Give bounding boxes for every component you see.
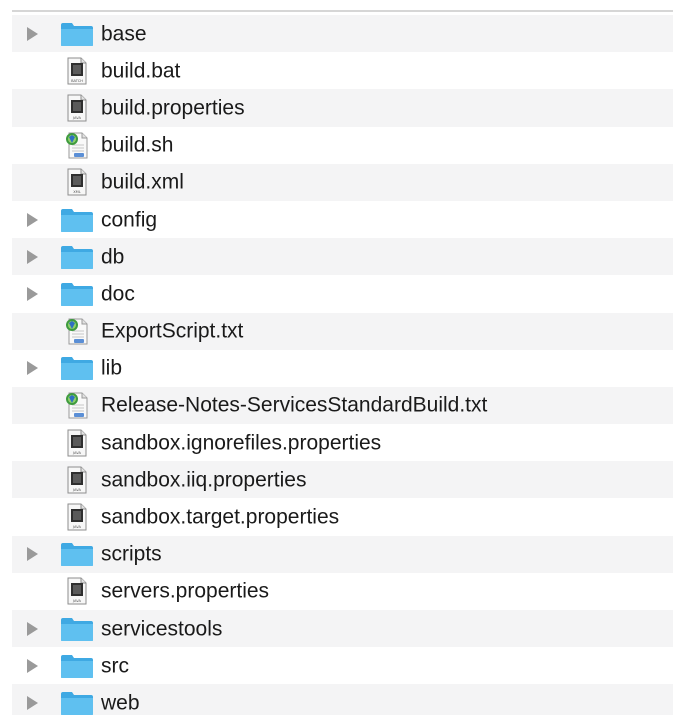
folder-row[interactable]: lib — [12, 350, 673, 387]
file-name-label: web — [101, 691, 140, 715]
folder-row[interactable]: db — [12, 238, 673, 276]
file-name-label: base — [101, 22, 147, 46]
svg-text:JAVA: JAVA — [72, 599, 81, 603]
file-name-label: config — [101, 208, 158, 232]
xml-file-icon: XML — [60, 168, 94, 196]
disclosure-triangle-icon[interactable] — [27, 361, 38, 376]
svg-text:XML: XML — [73, 190, 81, 194]
file-name-label: sandbox.target.properties — [101, 505, 340, 529]
file-row[interactable]: JAVA sandbox.target.properties — [12, 498, 673, 535]
svg-text:JAVA: JAVA — [72, 451, 81, 455]
disclosure-triangle-icon[interactable] — [27, 212, 38, 227]
disclosure-triangle-icon[interactable] — [27, 621, 38, 636]
finder-list-view: base BATCH build.bat JAVA build.properties bu… — [0, 0, 673, 715]
java-file-icon: JAVA — [60, 577, 94, 605]
folder-row[interactable]: scripts — [12, 535, 673, 573]
svg-text:JAVA: JAVA — [72, 525, 81, 529]
file-name-label: build.properties — [101, 96, 245, 120]
file-list: base BATCH build.bat JAVA build.properties bu… — [12, 15, 673, 715]
folder-icon — [60, 540, 94, 568]
folder-icon — [60, 615, 94, 643]
file-name-label: scripts — [101, 542, 162, 566]
file-name-label: lib — [101, 356, 123, 380]
folder-row[interactable]: web — [12, 684, 673, 715]
script-file-icon — [60, 317, 94, 345]
file-name-label: sandbox.iiq.properties — [101, 468, 307, 492]
script-file-icon — [60, 391, 94, 419]
file-name-label: ExportScript.txt — [101, 319, 244, 343]
folder-icon — [60, 243, 94, 271]
disclosure-triangle-icon[interactable] — [27, 658, 38, 673]
folder-row[interactable]: config — [12, 201, 673, 238]
batch-file-icon: BATCH — [60, 57, 94, 85]
file-row[interactable]: Release-Notes-ServicesStandardBuild.txt — [12, 386, 673, 425]
disclosure-triangle-icon[interactable] — [27, 249, 38, 264]
disclosure-triangle-icon[interactable] — [27, 695, 38, 710]
column-header-divider — [12, 10, 673, 12]
file-row[interactable]: build.sh — [12, 127, 673, 164]
file-row[interactable]: JAVA sandbox.ignorefiles.properties — [12, 424, 673, 461]
file-row[interactable]: ExportScript.txt — [12, 312, 673, 350]
file-name-label: doc — [101, 282, 135, 306]
script-file-icon — [60, 131, 94, 159]
folder-icon — [60, 354, 94, 382]
file-name-label: build.bat — [101, 59, 181, 83]
file-name-label: Release-Notes-ServicesStandardBuild.txt — [101, 393, 488, 417]
file-row[interactable]: JAVA sandbox.iiq.properties — [12, 461, 673, 499]
folder-icon — [60, 689, 94, 715]
file-name-label: db — [101, 245, 125, 269]
svg-text:BATCH: BATCH — [71, 79, 83, 83]
file-row[interactable]: JAVA servers.properties — [12, 573, 673, 610]
file-row[interactable]: BATCH build.bat — [12, 52, 673, 89]
folder-row[interactable]: src — [12, 647, 673, 684]
disclosure-triangle-icon[interactable] — [27, 547, 38, 562]
folder-icon — [60, 20, 94, 48]
file-name-label: sandbox.ignorefiles.properties — [101, 431, 382, 455]
file-name-label: servicestools — [101, 617, 223, 641]
file-name-label: src — [101, 654, 129, 678]
java-file-icon: JAVA — [60, 466, 94, 494]
disclosure-triangle-icon[interactable] — [27, 26, 38, 41]
folder-icon — [60, 652, 94, 680]
folder-row[interactable]: servicestools — [12, 610, 673, 648]
file-name-label: build.xml — [101, 170, 184, 194]
java-file-icon: JAVA — [60, 503, 94, 531]
folder-icon — [60, 206, 94, 234]
file-row[interactable]: XML build.xml — [12, 163, 673, 201]
folder-row[interactable]: doc — [12, 275, 673, 312]
svg-text:JAVA: JAVA — [72, 488, 81, 492]
svg-text:JAVA: JAVA — [72, 116, 81, 120]
java-file-icon: JAVA — [60, 94, 94, 122]
folder-row[interactable]: base — [12, 15, 673, 53]
java-file-icon: JAVA — [60, 429, 94, 457]
file-row[interactable]: JAVA build.properties — [12, 89, 673, 127]
file-name-label: build.sh — [101, 133, 174, 157]
file-name-label: servers.properties — [101, 579, 270, 603]
folder-icon — [60, 280, 94, 308]
disclosure-triangle-icon[interactable] — [27, 286, 38, 301]
